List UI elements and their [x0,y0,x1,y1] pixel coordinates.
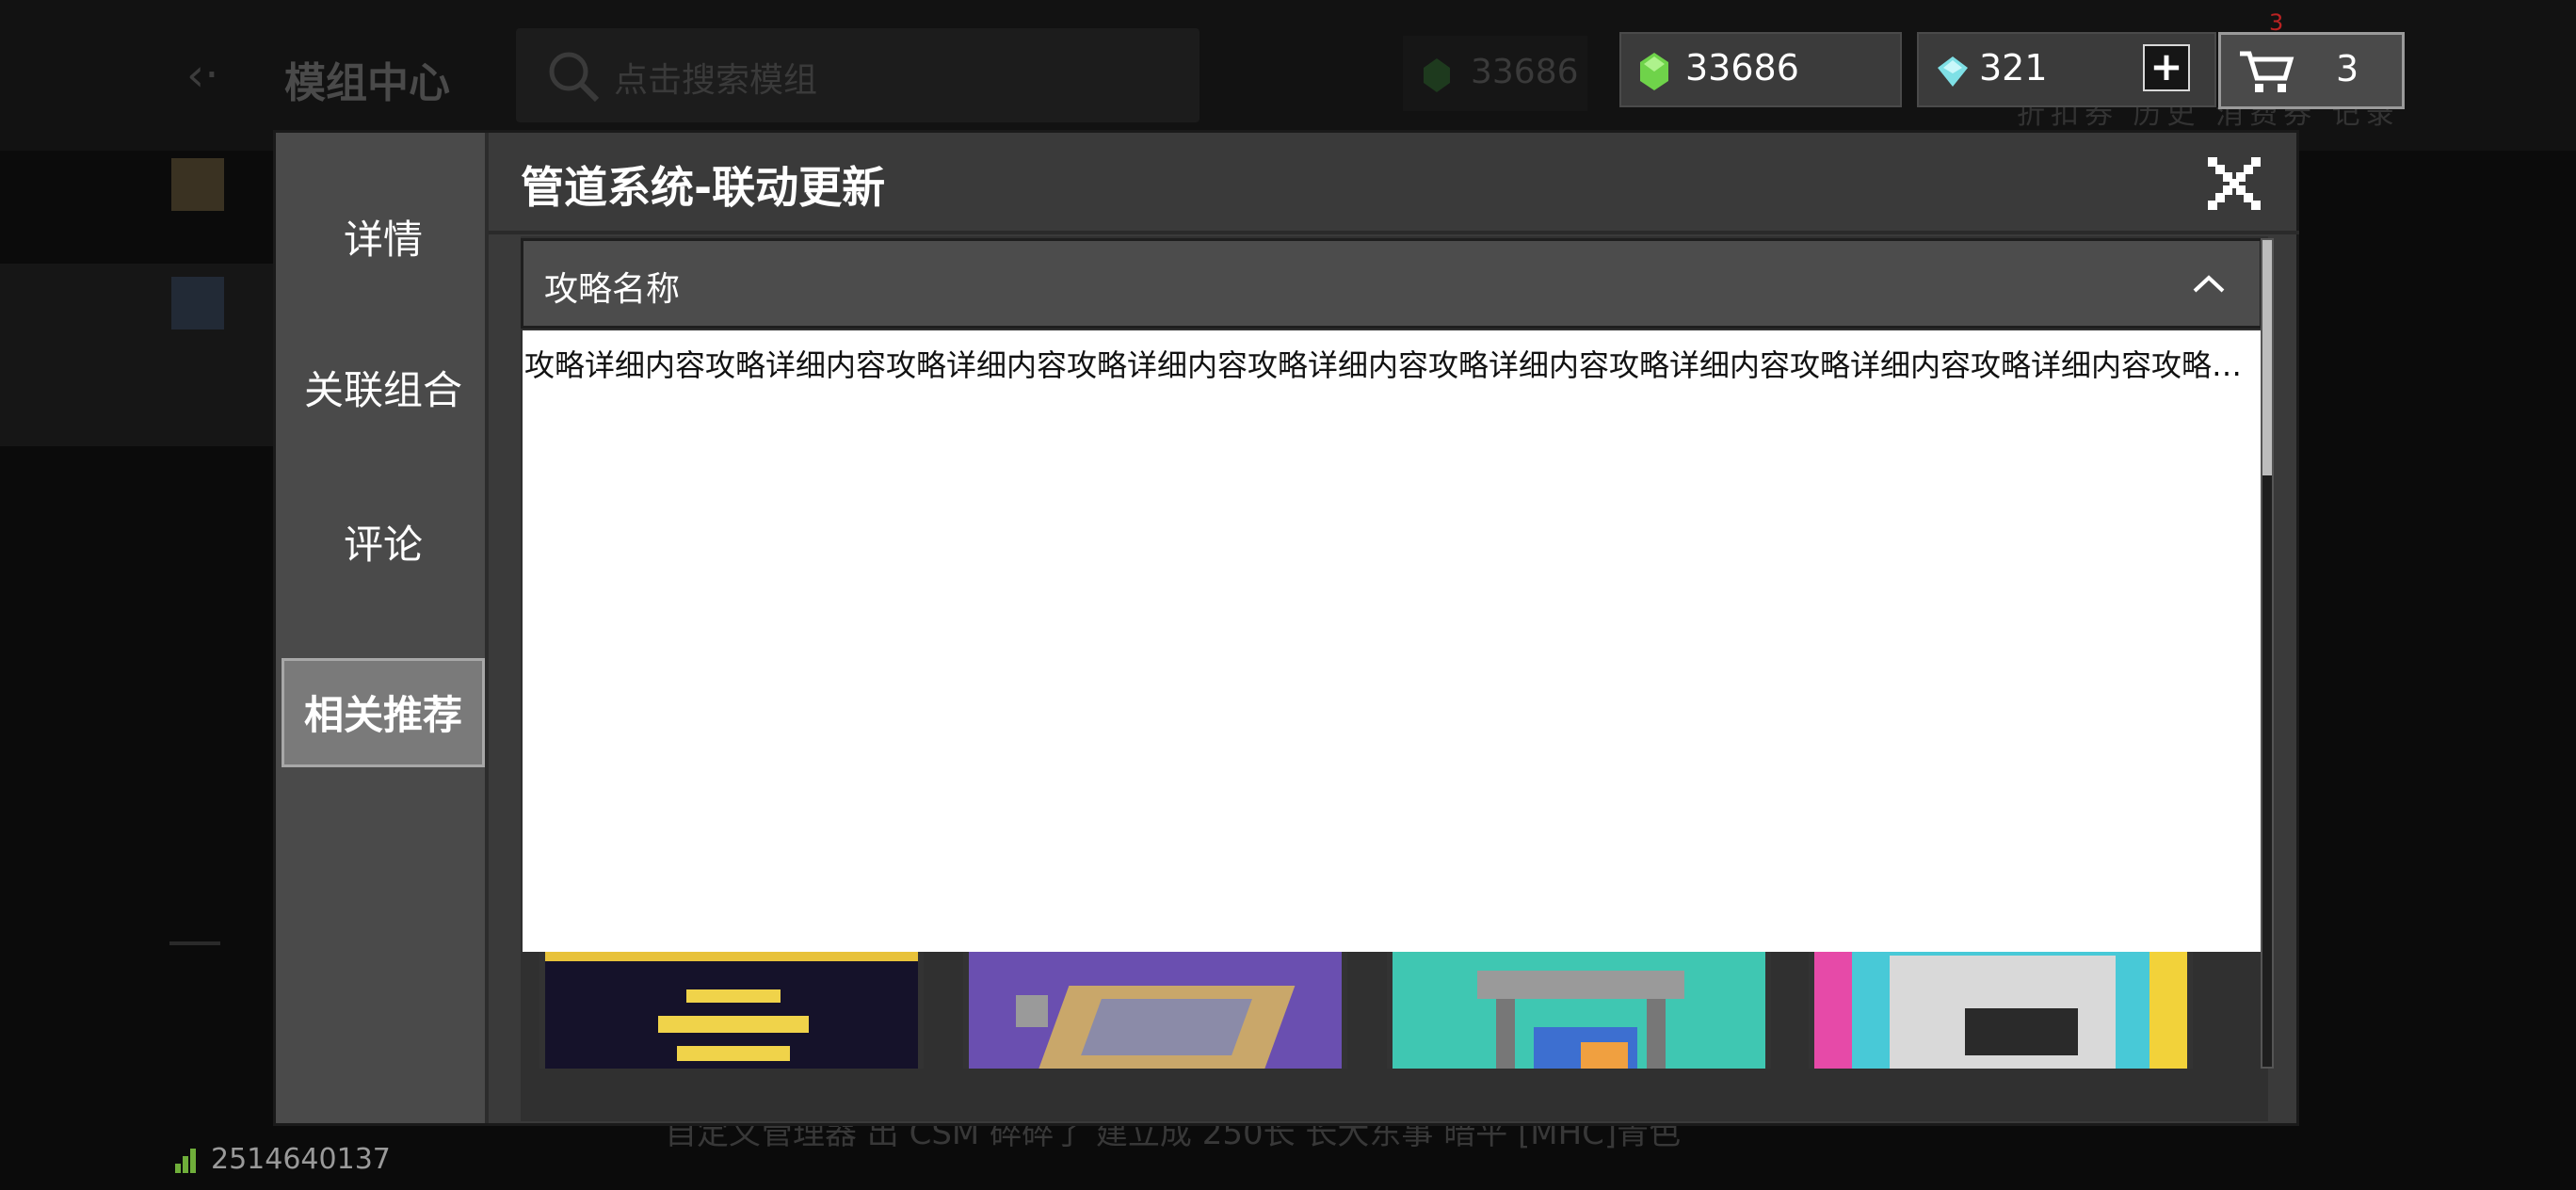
close-icon[interactable] [2208,157,2261,210]
emerald-icon [1640,53,1668,90]
guide-content-text: 攻略详细内容攻略详细内容攻略详细内容攻略详细内容攻略详细内容攻略详细内容攻略详细… [524,347,2261,383]
tab-recommendations[interactable]: 相关推荐 [282,658,485,767]
search-placeholder: 点击搜索模组 [614,61,818,100]
search-icon [549,52,600,103]
guide-header[interactable]: 攻略名称 [521,238,2262,329]
content-scrollbar[interactable] [2261,238,2274,1069]
diamond-icon [1938,56,1968,87]
diamond-count: 321 [1979,47,2048,88]
tab-related-combos[interactable]: 关联组合 [282,336,485,445]
all-avatar-icon [171,277,224,330]
back-arrow-icon[interactable]: ‹· [186,49,218,102]
recommend-avatar-icon [171,158,224,211]
background-row [0,264,279,358]
dialog-side-nav: 详情 关联组合 评论 相关推荐 [276,133,489,1123]
signal-icon [175,1145,201,1173]
user-id: 2514640137 [211,1143,391,1176]
page-title: 模组中心 [284,59,450,107]
recommend-card[interactable] [1809,952,2193,1069]
cart-count: 3 [2336,48,2359,89]
cart-button[interactable]: 3 [2218,32,2405,109]
emerald-icon [1424,58,1450,92]
emerald-count: 33686 [1685,47,1799,88]
tab-comments[interactable]: 评论 [282,490,485,600]
guide-title: 攻略名称 [544,270,681,309]
background-row [0,352,279,446]
background-divider [169,941,220,945]
scrollbar-thumb[interactable] [2262,240,2272,475]
chevron-up-icon[interactable] [2192,273,2226,294]
background-emerald-count: 33686 [1471,53,1579,91]
cart-icon [2240,51,2294,92]
mod-detail-dialog: 详情 关联组合 评论 相关推荐 管道系统-联动更新 攻略名称 攻略详细内容攻略详… [273,130,2299,1126]
dialog-header-divider [489,231,2299,234]
add-diamond-button[interactable]: + [2143,44,2190,91]
recommend-card[interactable] [1387,952,1771,1069]
recommend-card[interactable] [539,952,924,1069]
dialog-title: 管道系统-联动更新 [521,162,886,213]
guide-content-panel: 攻略详细内容攻略详细内容攻略详细内容攻略详细内容攻略详细内容攻略详细内容攻略详细… [523,330,2262,952]
tab-details[interactable]: 详情 [282,185,485,295]
recommend-card[interactable] [963,952,1347,1069]
emerald-balance: 33686 [1619,32,1902,107]
